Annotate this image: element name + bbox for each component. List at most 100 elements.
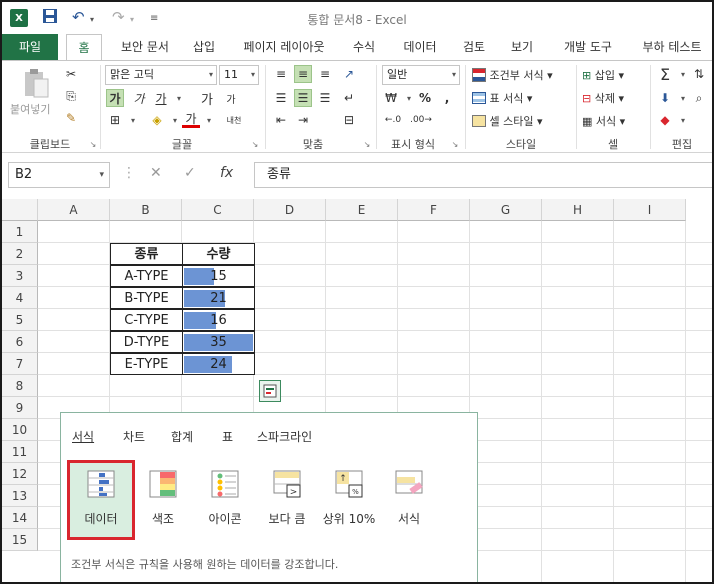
insert-cells-button[interactable]: ⊞ 삽입 ▾ bbox=[582, 67, 624, 83]
font-name-select[interactable]: 맑은 고딕 ▾ bbox=[105, 65, 217, 85]
table-header-qty[interactable]: 수량 bbox=[182, 243, 255, 265]
percent-icon[interactable]: % bbox=[416, 89, 434, 107]
table-cell-qty[interactable]: 15 bbox=[182, 265, 255, 287]
row-header[interactable]: 9 bbox=[2, 397, 38, 419]
align-right-icon[interactable]: ☰ bbox=[316, 89, 334, 107]
qa-tab-tables[interactable]: 표 bbox=[222, 428, 233, 445]
insert-function-icon[interactable]: fx bbox=[220, 165, 233, 181]
accounting-format-icon[interactable]: ₩ bbox=[382, 89, 400, 107]
tab-insert[interactable]: 삽입 bbox=[182, 34, 226, 60]
tab-developer[interactable]: 개발 도구 bbox=[550, 34, 626, 60]
row-header[interactable]: 11 bbox=[2, 441, 38, 463]
conditional-format-button[interactable]: 조건부 서식 ▾ bbox=[472, 67, 553, 83]
align-middle-icon[interactable]: ≡ bbox=[294, 65, 312, 83]
qa-tab-totals[interactable]: 합계 bbox=[171, 428, 193, 445]
number-format-select[interactable]: 일반 ▾ bbox=[382, 65, 460, 85]
column-header[interactable]: I bbox=[614, 199, 686, 221]
table-cell-type[interactable]: B-TYPE bbox=[110, 287, 183, 309]
number-launcher-icon[interactable]: ↘ bbox=[446, 135, 464, 153]
name-box-dropdown-icon[interactable]: ▾ bbox=[99, 163, 104, 187]
tab-review[interactable]: 검토 bbox=[454, 34, 494, 60]
name-box[interactable]: B2 ▾ bbox=[8, 162, 110, 188]
align-center-icon[interactable]: ☰ bbox=[294, 89, 312, 107]
decrease-decimal-icon[interactable]: .00→ bbox=[410, 111, 432, 129]
align-top-icon[interactable]: ≡ bbox=[272, 65, 290, 83]
column-header[interactable]: B bbox=[110, 199, 182, 221]
row-header[interactable]: 12 bbox=[2, 463, 38, 485]
table-cell-type[interactable]: C-TYPE bbox=[110, 309, 183, 331]
orientation-icon[interactable]: ↗ bbox=[340, 65, 358, 83]
tab-data[interactable]: 데이터 bbox=[394, 34, 446, 60]
increase-indent-icon[interactable]: ⇥ bbox=[294, 111, 312, 129]
row-header[interactable]: 7 bbox=[2, 353, 38, 375]
column-header[interactable]: F bbox=[398, 199, 470, 221]
row-header[interactable]: 10 bbox=[2, 419, 38, 441]
wrap-text-icon[interactable]: ↵ bbox=[340, 89, 358, 107]
underline-button[interactable]: 가 bbox=[152, 89, 170, 107]
enter-icon[interactable]: ✓ bbox=[184, 165, 196, 181]
font-size-select[interactable]: 11 ▾ bbox=[219, 65, 259, 85]
table-cell-type[interactable]: E-TYPE bbox=[110, 353, 183, 375]
table-cell-type[interactable]: A-TYPE bbox=[110, 265, 183, 287]
formula-input[interactable]: 종류 bbox=[254, 162, 712, 188]
table-cell-type[interactable]: D-TYPE bbox=[110, 331, 183, 353]
select-all-corner[interactable] bbox=[2, 199, 38, 221]
italic-button[interactable]: 가 bbox=[130, 89, 148, 107]
align-left-icon[interactable]: ☰ bbox=[272, 89, 290, 107]
table-cell-qty[interactable]: 24 bbox=[182, 353, 255, 375]
qa-greater-than[interactable]: > 보다 큼 bbox=[257, 465, 317, 527]
column-header[interactable]: E bbox=[326, 199, 398, 221]
column-header[interactable]: C bbox=[182, 199, 254, 221]
paste-icon[interactable] bbox=[22, 67, 52, 102]
row-header[interactable]: 8 bbox=[2, 375, 38, 397]
row-header[interactable]: 3 bbox=[2, 265, 38, 287]
shrink-font-button[interactable]: 가 bbox=[222, 89, 240, 107]
table-cell-qty[interactable]: 35 bbox=[182, 331, 255, 353]
row-header[interactable]: 4 bbox=[2, 287, 38, 309]
align-launcher-icon[interactable]: ↘ bbox=[358, 135, 376, 153]
table-cell-qty[interactable]: 21 bbox=[182, 287, 255, 309]
qa-top-10[interactable]: ↑% 상위 10% bbox=[319, 465, 379, 527]
format-cells-button[interactable]: ▦ 서식 ▾ bbox=[582, 113, 625, 129]
format-painter-icon[interactable]: ✎ bbox=[62, 109, 80, 127]
cancel-icon[interactable]: ✕ bbox=[150, 165, 162, 181]
clear-dropdown-icon[interactable]: ▾ bbox=[674, 111, 692, 129]
merge-center-icon[interactable]: ⊟ bbox=[340, 111, 358, 129]
format-table-button[interactable]: 표 서식 ▾ bbox=[472, 90, 532, 106]
row-header[interactable]: 6 bbox=[2, 331, 38, 353]
delete-cells-button[interactable]: ⊟ 삭제 ▾ bbox=[582, 90, 624, 106]
underline-dropdown-icon[interactable]: ▾ bbox=[170, 89, 188, 107]
copy-icon[interactable]: ⎘ bbox=[62, 87, 80, 105]
qa-clear-format[interactable]: 서식 bbox=[379, 465, 439, 527]
tab-security[interactable]: 보안 문서 bbox=[110, 34, 180, 60]
phonetic-button[interactable]: 내천 bbox=[222, 111, 246, 129]
row-header[interactable]: 15 bbox=[2, 529, 38, 551]
cut-icon[interactable]: ✂ bbox=[62, 65, 80, 83]
row-header[interactable]: 2 bbox=[2, 243, 38, 265]
column-header[interactable]: A bbox=[38, 199, 110, 221]
border-dropdown-icon[interactable]: ▾ bbox=[124, 111, 142, 129]
bold-button[interactable]: 가 bbox=[106, 89, 124, 107]
increase-decimal-icon[interactable]: ←.0 bbox=[384, 111, 402, 129]
qa-tab-charts[interactable]: 차트 bbox=[123, 428, 145, 445]
column-header[interactable]: G bbox=[470, 199, 542, 221]
quick-analysis-button[interactable] bbox=[259, 380, 281, 402]
clear-icon[interactable]: ◆ bbox=[656, 111, 674, 129]
tab-view[interactable]: 보기 bbox=[502, 34, 542, 60]
tab-load-test[interactable]: 부하 테스트 bbox=[632, 34, 712, 60]
row-header[interactable]: 1 bbox=[2, 221, 38, 243]
table-cell-qty[interactable]: 16 bbox=[182, 309, 255, 331]
comma-icon[interactable]: , bbox=[438, 89, 456, 107]
border-icon[interactable]: ⊞ bbox=[106, 111, 124, 129]
row-header[interactable]: 13 bbox=[2, 485, 38, 507]
find-select-icon[interactable]: ⌕ bbox=[690, 89, 708, 107]
font-color-dropdown-icon[interactable]: ▾ bbox=[200, 111, 218, 129]
qa-tab-sparklines[interactable]: 스파크라인 bbox=[257, 428, 312, 445]
paste-button[interactable]: 붙여넣기 bbox=[10, 101, 50, 117]
qa-icon-set[interactable]: 아이콘 bbox=[195, 465, 255, 527]
row-header[interactable]: 5 bbox=[2, 309, 38, 331]
cell-styles-button[interactable]: 셀 스타일 ▾ bbox=[472, 113, 543, 129]
tab-home[interactable]: 홈 bbox=[66, 34, 102, 61]
qa-tab-format[interactable]: 서식 bbox=[72, 428, 94, 445]
decrease-indent-icon[interactable]: ⇤ bbox=[272, 111, 290, 129]
